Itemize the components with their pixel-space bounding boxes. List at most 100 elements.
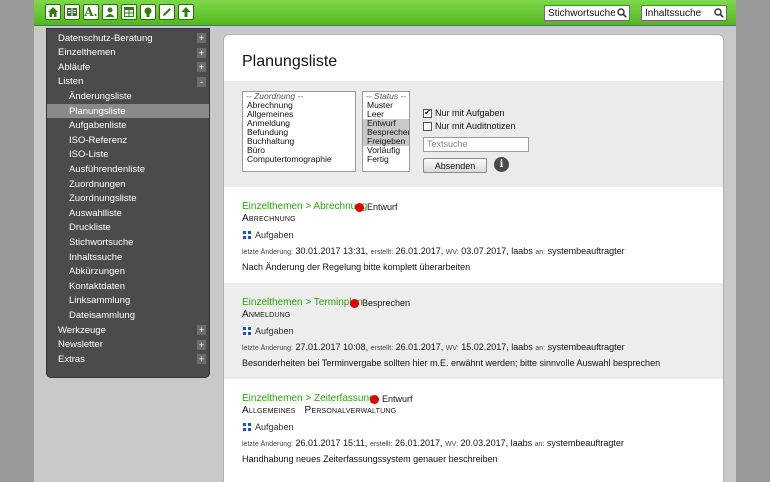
sidebar-item[interactable]: Auswahlliste <box>47 206 209 220</box>
meta-lbl-wv: WV: <box>445 441 459 448</box>
meta-assignee: systembeauftragter <box>547 342 625 352</box>
meta-lbl-created: erstellt: <box>369 441 393 448</box>
zuordnung-listbox[interactable]: -- Zuordnung -- Abrechnung Allgemeines Anm… <box>242 91 356 172</box>
sidebar-item[interactable]: Kontaktdaten <box>47 279 209 293</box>
table-icon[interactable] <box>121 4 137 20</box>
home-icon[interactable] <box>45 4 61 20</box>
tasks-link[interactable]: Aufgaben <box>242 422 294 432</box>
sidebar-item[interactable]: Newsletter + <box>47 338 209 352</box>
expand-icon[interactable]: + <box>197 47 206 58</box>
audit-only-checkbox-row[interactable]: Nur mit Auditnotizen <box>423 121 516 131</box>
audit-only-label: Nur mit Auditnotizen <box>435 121 516 131</box>
entry-category: Allgemeines Personalverwaltung <box>242 405 397 416</box>
meta-changed: 27.01.2017 10:08, <box>295 342 369 352</box>
meta-lbl-an: an: <box>534 441 545 448</box>
pencil-icon[interactable] <box>159 4 175 20</box>
entry-description: Nach Änderung der Regelung bitte komplet… <box>242 262 471 272</box>
expand-icon[interactable]: + <box>197 62 206 73</box>
sidebar-item-label: ISO-Referenz <box>69 134 128 146</box>
book-icon[interactable] <box>64 4 80 20</box>
entry-path-link[interactable]: Einzelthemen > Zeiterfassung <box>242 393 375 404</box>
entry-path-link[interactable]: Einzelthemen > Terminplan <box>242 297 363 308</box>
sidebar-item[interactable]: Stichwortsuche <box>47 235 209 249</box>
sidebar-item[interactable]: Dateisammlung <box>47 308 209 322</box>
text-a-icon[interactable]: A. <box>83 4 99 20</box>
submit-button[interactable]: Absenden <box>423 158 487 173</box>
zuordnung-option[interactable]: Computertomographie <box>243 155 355 164</box>
sidebar-item[interactable]: Inhaltssuche <box>47 250 209 264</box>
expand-icon[interactable]: + <box>197 354 206 365</box>
list-entry: Einzelthemen > Terminplan Besprechen Anmel… <box>224 283 723 379</box>
tasks-label: Aufgaben <box>255 230 294 240</box>
meta-assignee: systembeauftragter <box>546 438 624 448</box>
status-option[interactable]: Fertig <box>363 155 409 164</box>
search-icon[interactable] <box>615 6 629 20</box>
sidebar-item[interactable]: Listen - <box>47 75 209 89</box>
sidebar-item-label: Zuordnungen <box>69 178 126 190</box>
sidebar-item-label: Ausführendenliste <box>69 163 146 175</box>
entry-description: Handhabung neues Zeiterfassungssystem ge… <box>242 454 498 464</box>
sidebar-item[interactable]: Änderungsliste <box>47 89 209 103</box>
tasks-link[interactable]: Aufgaben <box>242 230 294 240</box>
sidebar-item[interactable]: ISO-Referenz <box>47 133 209 147</box>
sidebar-item[interactable]: Linksammlung <box>47 294 209 308</box>
lightbulb-icon[interactable] <box>140 4 156 20</box>
expand-icon[interactable]: + <box>197 339 206 350</box>
search-icon[interactable] <box>712 6 726 20</box>
sidebar-item[interactable]: Druckliste <box>47 221 209 235</box>
status-label: Entwurf <box>382 394 413 404</box>
text-search-input[interactable]: Textsuche <box>423 137 529 152</box>
status-badge: Besprechen <box>350 298 410 308</box>
content-search-field[interactable]: Inhaltssuche <box>641 5 727 21</box>
filter-panel: -- Zuordnung -- Abrechnung Allgemeines Anm… <box>224 81 723 187</box>
page-margin-right <box>736 0 770 482</box>
sidebar-item[interactable]: Abläufe + <box>47 60 209 74</box>
meta-changed: 26.01.2017 15:11, <box>295 438 368 448</box>
sidebar-item-label: Inhaltssuche <box>69 251 123 263</box>
sidebar-item-label: Dateisammlung <box>69 309 135 321</box>
sidebar-item[interactable]: Aufgabenliste <box>47 119 209 133</box>
tasks-only-checkbox-row[interactable]: ✔ Nur mit Aufgaben <box>423 108 505 118</box>
expand-icon[interactable]: + <box>197 325 206 335</box>
sidebar-nav: Datenschutz-Beratung + Einzelthemen + Abläuf… <box>46 28 210 378</box>
sidebar-item[interactable]: Werkzeuge + <box>47 323 209 337</box>
sidebar-item[interactable]: Extras + <box>47 352 209 366</box>
sidebar-item[interactable]: Zuordnungsliste <box>47 192 209 206</box>
tasks-only-checkbox[interactable]: ✔ <box>423 108 432 118</box>
user-icon[interactable] <box>102 4 118 20</box>
sidebar-item[interactable]: Abkürzungen <box>47 265 209 279</box>
sidebar-item[interactable]: Zuordnungen <box>47 177 209 191</box>
entry-path-link[interactable]: Einzelthemen > Abrechnung <box>242 201 367 212</box>
sidebar-item-label: Änderungsliste <box>69 90 132 102</box>
collapse-icon[interactable]: - <box>197 76 206 87</box>
main-panel: Planungsliste -- Zuordnung -- Abrechnung… <box>223 34 724 482</box>
upload-icon[interactable] <box>178 4 194 20</box>
sidebar-item[interactable]: Datenschutz-Beratung + <box>47 31 209 45</box>
sidebar-item[interactable]: Ausführendenliste <box>47 162 209 176</box>
entry-description: Besonderheiten bei Terminvergabe sollten… <box>242 358 661 368</box>
audit-only-checkbox[interactable] <box>423 121 432 131</box>
sidebar-item-label: Listen <box>58 76 84 88</box>
status-listbox[interactable]: -- Status -- Muster Leer Entwurf Besprechen… <box>362 91 410 172</box>
tasks-label: Aufgaben <box>255 326 294 336</box>
tasks-icon <box>242 326 252 336</box>
status-dot-icon <box>355 202 364 212</box>
meta-lbl-an: an: <box>535 345 546 352</box>
meta-assignee: systembeauftragter <box>547 246 625 256</box>
content-search-value[interactable]: Inhaltssuche <box>642 8 712 19</box>
status-dot-icon <box>350 298 359 308</box>
sidebar-item-label: Extras <box>58 353 85 365</box>
keyword-search-value[interactable]: Stichwortsuche <box>545 8 615 19</box>
sidebar-item[interactable]: Planungsliste <box>47 104 209 118</box>
sidebar-item-label: Druckliste <box>69 222 111 234</box>
tasks-link[interactable]: Aufgaben <box>242 326 294 336</box>
tasks-icon <box>242 422 252 432</box>
expand-icon[interactable]: + <box>197 33 206 43</box>
tasks-icon <box>242 230 252 240</box>
sidebar-item-label: ISO-Liste <box>69 149 109 161</box>
keyword-search-field[interactable]: Stichwortsuche <box>544 5 630 21</box>
top-toolbar: A. Stichwortsuche Inhaltssuche <box>34 0 736 26</box>
info-icon[interactable]: i <box>494 157 509 172</box>
sidebar-item[interactable]: ISO-Liste <box>47 148 209 162</box>
sidebar-item[interactable]: Einzelthemen + <box>47 46 209 60</box>
